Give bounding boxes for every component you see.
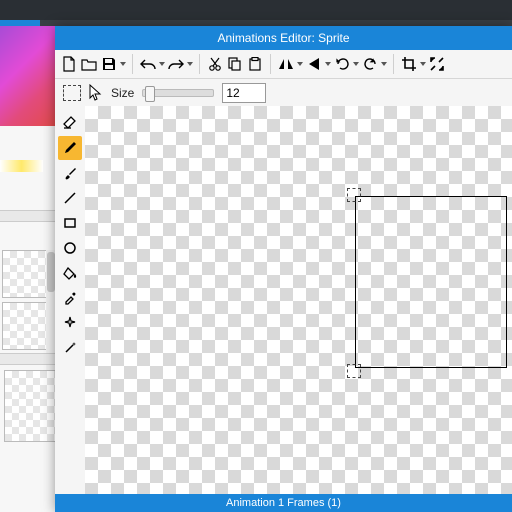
crop-button[interactable]: [399, 54, 419, 74]
size-label: Size: [111, 86, 134, 100]
footer-bar[interactable]: Animation 1 Frames (1): [55, 494, 512, 512]
toolbar-divider: [270, 54, 271, 74]
hue-slider[interactable]: [0, 160, 43, 172]
fill-tool[interactable]: [58, 261, 82, 285]
rotate-ccw-button[interactable]: [332, 54, 352, 74]
brush-tool[interactable]: [58, 161, 82, 185]
dropdown-icon[interactable]: [296, 54, 304, 74]
new-file-button[interactable]: [59, 54, 79, 74]
background-panel: [0, 26, 56, 512]
panel-divider: [0, 353, 55, 365]
color-gradient[interactable]: [0, 26, 55, 126]
wand-tool[interactable]: [58, 336, 82, 360]
sprite-thumb[interactable]: [4, 370, 56, 442]
toolbar-divider: [199, 54, 200, 74]
cursor-icon: [89, 84, 103, 102]
toolbar-divider: [393, 54, 394, 74]
circle-tool[interactable]: [58, 236, 82, 260]
pencil-tool[interactable]: [58, 136, 82, 160]
size-slider[interactable]: [142, 89, 214, 97]
sprite-thumb[interactable]: [2, 302, 50, 350]
size-input[interactable]: [222, 83, 266, 103]
undo-dropdown-icon[interactable]: [158, 54, 166, 74]
redo-dropdown-icon[interactable]: [186, 54, 194, 74]
redo-button[interactable]: [166, 54, 186, 74]
eyedropper-tool[interactable]: [58, 286, 82, 310]
canvas-area[interactable]: [85, 106, 512, 494]
dropdown-icon[interactable]: [324, 54, 332, 74]
save-dropdown-icon[interactable]: [119, 54, 127, 74]
selection-handle-bl[interactable]: [347, 364, 361, 378]
cut-button[interactable]: [205, 54, 225, 74]
undo-button[interactable]: [138, 54, 158, 74]
sprite-thumb[interactable]: [2, 250, 50, 298]
flip-vertical-button[interactable]: [304, 54, 324, 74]
tool-options-bar: Size: [55, 79, 512, 108]
line-tool[interactable]: [58, 186, 82, 210]
tool-palette: [55, 106, 86, 494]
dropdown-icon[interactable]: [419, 54, 427, 74]
dropdown-icon[interactable]: [352, 54, 360, 74]
selection-marquee-icon[interactable]: [63, 85, 81, 101]
selection-handle-tl[interactable]: [347, 188, 361, 202]
sparkle-tool[interactable]: [58, 311, 82, 335]
window-title: Animations Editor: Sprite: [55, 26, 512, 50]
copy-button[interactable]: [225, 54, 245, 74]
paste-button[interactable]: [245, 54, 265, 74]
dropdown-icon[interactable]: [380, 54, 388, 74]
thumbnail-list: [0, 246, 55, 354]
open-button[interactable]: [79, 54, 99, 74]
flip-horizontal-button[interactable]: [276, 54, 296, 74]
expand-button[interactable]: [427, 54, 447, 74]
editor-window: Animations Editor: Sprite Size: [55, 26, 512, 512]
selection-rectangle[interactable]: [355, 196, 507, 368]
eraser-tool[interactable]: [58, 111, 82, 135]
panel-divider: [0, 210, 55, 222]
toolbar-divider: [132, 54, 133, 74]
rotate-cw-button[interactable]: [360, 54, 380, 74]
save-button[interactable]: [99, 54, 119, 74]
main-toolbar: [55, 50, 512, 79]
rectangle-tool[interactable]: [58, 211, 82, 235]
